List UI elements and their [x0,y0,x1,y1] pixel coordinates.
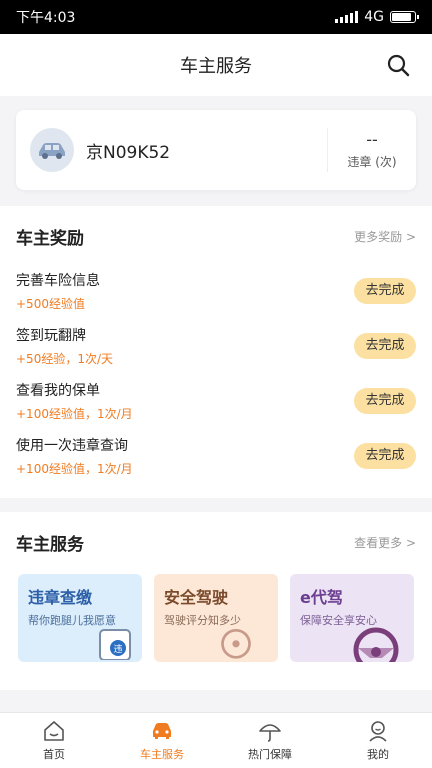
car-icon [39,143,65,159]
tab-home[interactable]: 首页 [0,713,108,768]
service-card-edaijia[interactable]: e代驾 保障安全享安心 [290,574,414,662]
home-icon [44,721,64,741]
rewards-title: 车主奖励 [16,228,84,249]
task-complete-button[interactable]: 去完成 [354,443,416,469]
umbrella-icon [259,724,281,742]
tab-label: 车主服务 [140,748,184,761]
service-title: 安全驾驶 [164,588,229,607]
tab-label: 我的 [367,748,389,761]
car-card[interactable]: 京N09K52 -- 违章 (次) [16,110,416,190]
task-complete-button[interactable]: 去完成 [354,333,416,359]
task-item: 使用一次违章查询 +100经验值，1次/月 去完成 [16,435,416,476]
license-plate: 京N09K52 [86,142,171,163]
services-title: 车主服务 [16,534,84,555]
tab-insurance[interactable]: 热门保障 [216,713,324,768]
car-avatar [30,128,74,172]
violation-summary[interactable]: -- 违章 (次) [328,130,416,170]
status-bar: 下午4:03 4G [0,0,432,34]
signal-icon [335,11,359,23]
service-title: 违章查缴 [28,588,93,607]
task-item: 签到玩翻牌 +50经验，1次/天 去完成 [16,325,416,366]
service-card-violation[interactable]: 违章查缴 帮你跑腿儿我愿意 违 [18,574,142,662]
service-card-safe-driving[interactable]: 安全驾驶 驾驶评分知多少 [154,574,278,662]
profile-icon [369,721,387,742]
page-title: 车主服务 [180,56,252,77]
ticket-icon: 违 [99,629,131,660]
task-complete-button[interactable]: 去完成 [354,278,416,304]
service-title: e代驾 [300,588,343,607]
task-item: 查看我的保单 +100经验值，1次/月 去完成 [16,380,416,421]
steering-wheel-icon [353,627,399,662]
more-services-link[interactable]: 查看更多 > [354,534,416,551]
more-rewards-link[interactable]: 更多奖励 > [354,228,416,245]
app-header: 车主服务 [0,34,432,96]
svg-text:违: 违 [113,644,122,655]
tab-label: 首页 [43,748,65,761]
status-time: 下午4:03 [16,10,76,26]
bottom-tab-bar: 首页 车主服务 热门保障 我的 [0,712,432,768]
steering-wheel-icon [221,628,251,659]
task-complete-button[interactable]: 去完成 [354,388,416,414]
tab-profile[interactable]: 我的 [324,713,432,768]
car-icon [153,723,171,739]
violation-count: -- [366,130,378,149]
tab-car-service[interactable]: 车主服务 [108,713,216,768]
task-item: 完善车险信息 +500经验值 去完成 [16,270,416,311]
network-label: 4G [364,9,384,25]
battery-icon [390,11,419,23]
violation-label: 违章 (次) [347,155,397,169]
tab-label: 热门保障 [248,748,292,761]
search-icon[interactable] [386,53,410,77]
